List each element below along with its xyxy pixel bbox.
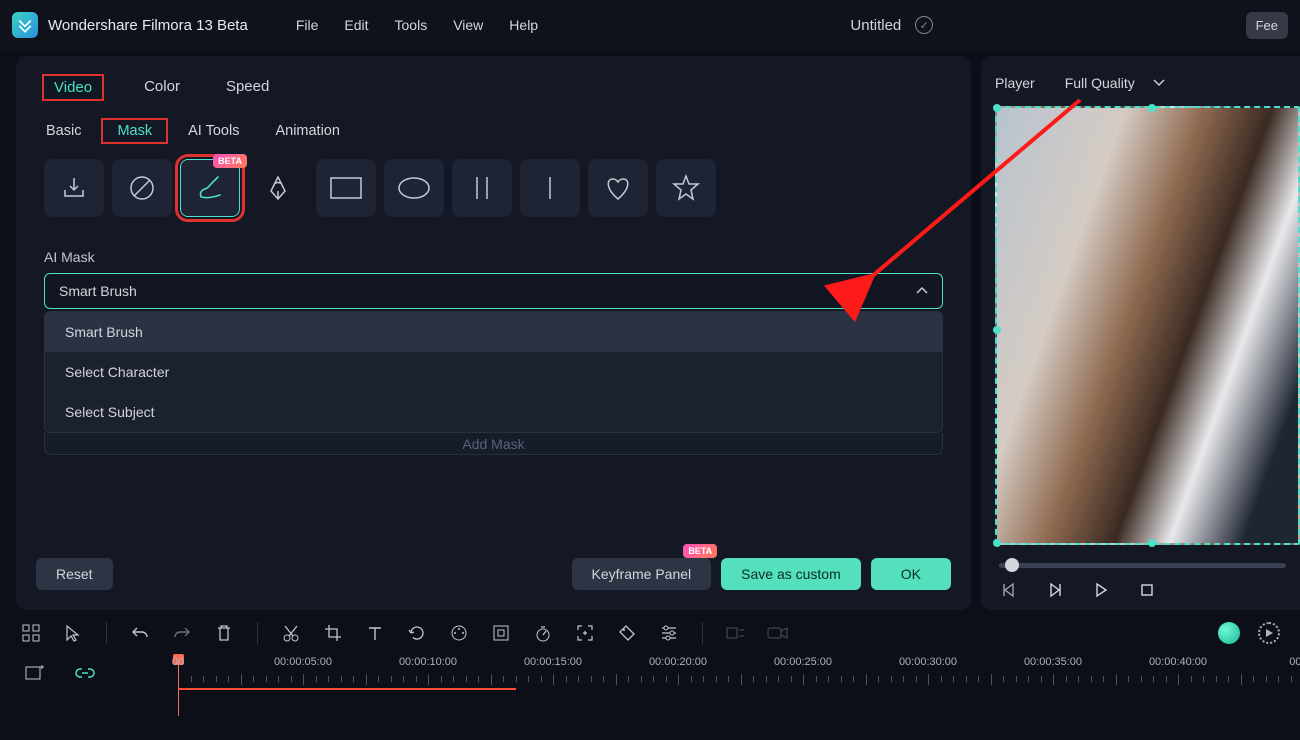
timeline: 00 00:00:05:00 00:00:10:00 00:00:15:00 00:00… bbox=[0, 610, 1300, 734]
ruler-label: 00:00:30:00 bbox=[899, 656, 957, 668]
timeline-ruler[interactable]: 00 00:00:05:00 00:00:10:00 00:00:15:00 00:00… bbox=[170, 656, 1300, 690]
play-icon[interactable] bbox=[1045, 580, 1065, 600]
keyframe-panel-button[interactable]: Keyframe Panel bbox=[572, 558, 712, 590]
track-a-icon[interactable] bbox=[725, 622, 747, 644]
redo-icon[interactable] bbox=[171, 622, 193, 644]
mask-rectangle-icon[interactable] bbox=[316, 159, 376, 217]
tab-video[interactable]: Video bbox=[42, 74, 104, 101]
adjust-icon[interactable] bbox=[658, 622, 680, 644]
render-icon[interactable] bbox=[1258, 622, 1280, 644]
menu-file[interactable]: File bbox=[296, 17, 319, 33]
option-smart-brush[interactable]: Smart Brush bbox=[45, 312, 942, 352]
reset-button[interactable]: Reset bbox=[36, 558, 113, 590]
document-title: Untitled bbox=[850, 17, 901, 34]
mask-import-icon[interactable] bbox=[44, 159, 104, 217]
ruler-label: 00:00:35:00 bbox=[1024, 656, 1082, 668]
mask-tl-icon[interactable] bbox=[490, 622, 512, 644]
menu-help[interactable]: Help bbox=[509, 17, 538, 33]
ruler-label: 00:00:25:00 bbox=[774, 656, 832, 668]
ruler-label: 00:00:15:00 bbox=[524, 656, 582, 668]
menu-edit[interactable]: Edit bbox=[344, 17, 368, 33]
crop-icon[interactable] bbox=[322, 622, 344, 644]
cursor-icon[interactable] bbox=[62, 622, 84, 644]
speed-icon[interactable] bbox=[532, 622, 554, 644]
color-icon[interactable] bbox=[448, 622, 470, 644]
chevron-up-icon bbox=[916, 287, 928, 295]
delete-icon[interactable] bbox=[213, 622, 235, 644]
option-select-subject[interactable]: Select Subject bbox=[45, 392, 942, 432]
save-as-custom-button[interactable]: Save as custom bbox=[721, 558, 861, 590]
mask-heart-icon[interactable] bbox=[588, 159, 648, 217]
properties-panel: Video Color Speed Basic Mask AI Tools An… bbox=[16, 56, 971, 610]
expand-icon[interactable] bbox=[574, 622, 596, 644]
app-logo bbox=[12, 12, 38, 38]
cut-icon[interactable] bbox=[280, 622, 302, 644]
dropdown-list: Smart Brush Select Character Select Subj… bbox=[44, 311, 943, 433]
text-icon[interactable] bbox=[364, 622, 386, 644]
ruler-label: 00:00:20:00 bbox=[649, 656, 707, 668]
ruler-label: 00:00 bbox=[1289, 656, 1300, 668]
beta-badge: BETA bbox=[213, 154, 247, 168]
ruler-label: 00:00:10:00 bbox=[399, 656, 457, 668]
mask-pen-icon[interactable] bbox=[248, 159, 308, 217]
ai-mask-dropdown[interactable]: Smart Brush bbox=[44, 273, 943, 309]
undo-icon[interactable] bbox=[129, 622, 151, 644]
ai-orb-icon[interactable] bbox=[1218, 622, 1240, 644]
mask-shapes-row: BETA bbox=[16, 149, 971, 219]
mask-ellipse-icon[interactable] bbox=[384, 159, 444, 217]
ok-button[interactable]: OK bbox=[871, 558, 951, 590]
play-solid-icon[interactable] bbox=[1091, 580, 1111, 600]
option-select-character[interactable]: Select Character bbox=[45, 352, 942, 392]
preview-canvas[interactable] bbox=[995, 106, 1300, 545]
record-icon[interactable] bbox=[767, 622, 789, 644]
menu-view[interactable]: View bbox=[453, 17, 483, 33]
subtab-animation[interactable]: Animation bbox=[275, 123, 339, 139]
mask-singleline-icon[interactable] bbox=[520, 159, 580, 217]
mask-brush-tool[interactable]: BETA bbox=[180, 159, 240, 217]
stop-icon[interactable] bbox=[1137, 580, 1157, 600]
tag-icon[interactable] bbox=[616, 622, 638, 644]
chevron-down-icon bbox=[1153, 79, 1165, 87]
mask-none-icon[interactable] bbox=[112, 159, 172, 217]
rotate-icon[interactable] bbox=[406, 622, 428, 644]
subtab-mask[interactable]: Mask bbox=[101, 118, 168, 144]
link-icon[interactable] bbox=[74, 662, 96, 684]
ruler-label: 00:00:40:00 bbox=[1149, 656, 1207, 668]
prev-frame-icon[interactable] bbox=[999, 580, 1019, 600]
title-bar: Wondershare Filmora 13 Beta File Edit To… bbox=[0, 0, 1300, 50]
save-status-icon: ✓ bbox=[915, 16, 933, 34]
ai-mask-label: AI Mask bbox=[16, 219, 971, 273]
layout-icon[interactable] bbox=[20, 622, 42, 644]
mask-star-icon[interactable] bbox=[656, 159, 716, 217]
dropdown-value: Smart Brush bbox=[59, 283, 137, 299]
playback-slider[interactable] bbox=[999, 563, 1286, 568]
add-mask-button[interactable]: Add Mask bbox=[44, 433, 943, 455]
menu-bar: File Edit Tools View Help bbox=[296, 17, 538, 33]
ruler-label: 00 bbox=[172, 656, 184, 668]
subtab-basic[interactable]: Basic bbox=[46, 123, 81, 139]
menu-tools[interactable]: Tools bbox=[395, 17, 428, 33]
subtab-aitools[interactable]: AI Tools bbox=[188, 123, 239, 139]
quality-value: Full Quality bbox=[1065, 75, 1135, 91]
tab-speed[interactable]: Speed bbox=[220, 74, 275, 101]
feedback-button[interactable]: Fee bbox=[1246, 12, 1288, 39]
preview-panel: Player Full Quality bbox=[981, 56, 1300, 610]
mask-doubleline-icon[interactable] bbox=[452, 159, 512, 217]
add-track-icon[interactable] bbox=[24, 662, 46, 684]
tab-color[interactable]: Color bbox=[138, 74, 186, 101]
quality-dropdown[interactable]: Full Quality bbox=[1053, 70, 1177, 96]
player-label: Player bbox=[995, 75, 1035, 91]
beta-badge-kf: BETA bbox=[683, 544, 717, 558]
app-title: Wondershare Filmora 13 Beta bbox=[48, 17, 248, 34]
ruler-label: 00:00:05:00 bbox=[274, 656, 332, 668]
